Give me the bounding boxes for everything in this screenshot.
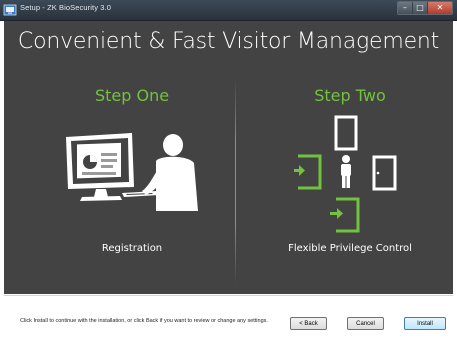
door-top-icon [334, 115, 358, 151]
install-info-text: Click Install to continue with the insta… [20, 318, 268, 324]
step-two-caption: Flexible Privilege Control [288, 243, 412, 254]
window-title: Setup - ZK BioSecurity 3.0 [20, 3, 111, 12]
maximize-button[interactable]: □ [413, 2, 428, 14]
person-icon [341, 155, 351, 188]
minimize-button[interactable]: – [398, 2, 413, 14]
minimize-icon: – [403, 3, 407, 12]
person-icon [142, 134, 198, 211]
title-bar[interactable]: Setup - ZK BioSecurity 3.0 – □ ✕ [0, 0, 457, 21]
maximize-icon: □ [416, 3, 424, 12]
cancel-button[interactable]: Cancel [347, 317, 384, 330]
close-button[interactable]: ✕ [428, 2, 452, 14]
install-button[interactable]: Install [404, 317, 446, 330]
step-one-label: Step One [94, 86, 170, 105]
wizard-banner: Convenient & Fast Visitor Management Ste… [4, 21, 453, 294]
registration-illustration [66, 133, 198, 211]
footer-separator [4, 295, 453, 296]
window-controls: – □ ✕ [397, 1, 453, 15]
setup-app-icon [3, 4, 17, 16]
door-bottom-icon [330, 197, 360, 233]
door-left-icon [294, 154, 322, 190]
back-button[interactable]: < Back [290, 317, 327, 330]
step-divider [235, 79, 236, 284]
step-one-caption: Registration [101, 243, 163, 254]
close-icon: ✕ [436, 3, 444, 12]
privilege-control-illustration [294, 115, 397, 233]
banner-headline: Convenient & Fast Visitor Management [17, 29, 440, 54]
door-right-icon [372, 155, 397, 191]
step-two-label: Step Two [314, 86, 386, 105]
